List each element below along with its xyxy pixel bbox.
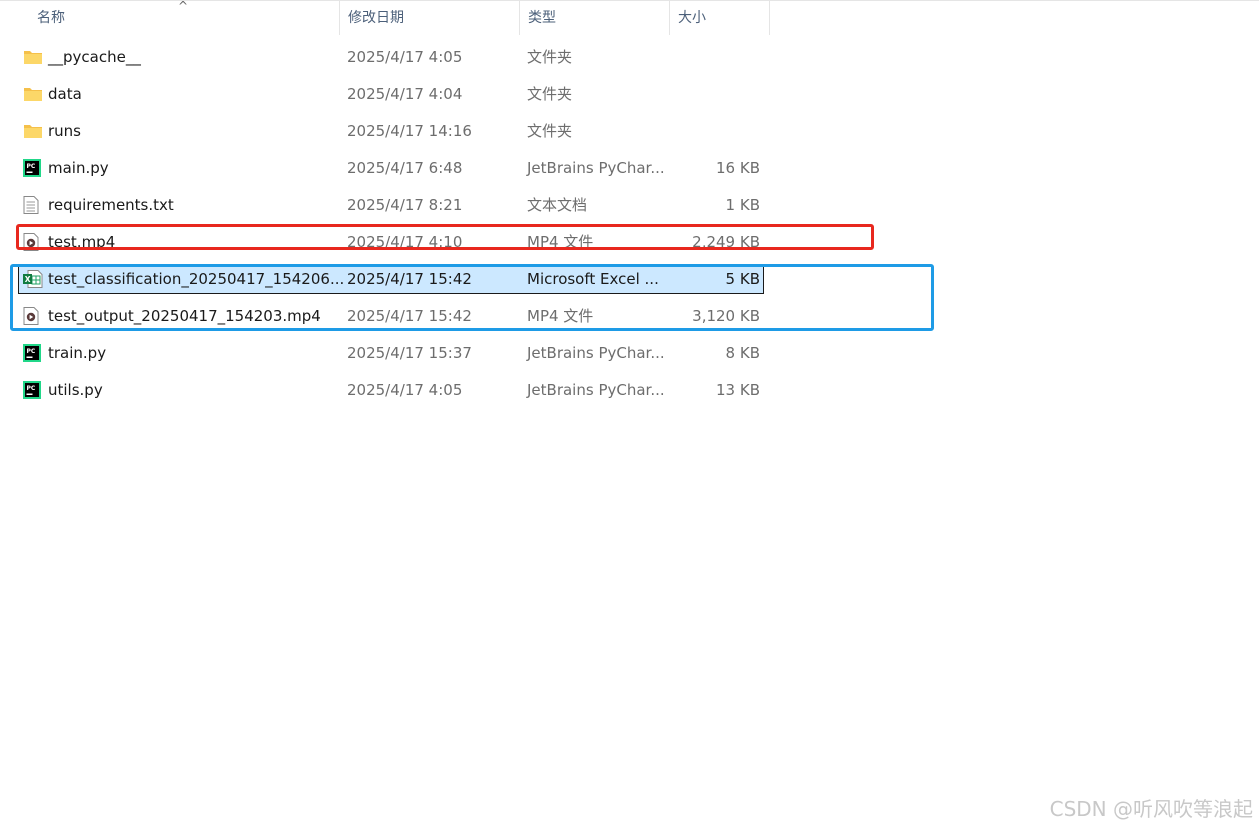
column-header-type-label: 类型 <box>528 10 556 26</box>
file-row[interactable]: requirements.txt 2025/4/17 8:21 文本文档 1 KB <box>0 187 780 224</box>
file-date: 2025/4/17 8:21 <box>347 196 463 214</box>
file-row[interactable]: PC utils.py 2025/4/17 4:05 JetBrains PyChar… <box>0 372 780 409</box>
file-row[interactable]: PC main.py 2025/4/17 6:48 JetBrains PyChar.… <box>0 150 780 187</box>
file-date: 2025/4/17 4:05 <box>347 381 463 399</box>
file-type: JetBrains PyChar... <box>527 381 665 399</box>
file-size: 8 KB <box>725 344 760 362</box>
text-file-icon <box>23 196 43 214</box>
file-row[interactable]: PC train.py 2025/4/17 15:37 JetBrains PyCha… <box>0 335 780 372</box>
column-header-name[interactable]: ^ 名称 <box>0 0 340 35</box>
watermark: CSDN @听风吹等浪起 <box>1049 797 1253 821</box>
file-name: runs <box>48 122 81 140</box>
sort-arrow-icon: ^ <box>178 0 189 13</box>
file-date: 2025/4/17 4:05 <box>347 48 463 66</box>
folder-icon <box>23 48 43 66</box>
file-type: 文件夹 <box>527 48 573 66</box>
file-type: 文本文档 <box>527 196 588 214</box>
file-name: requirements.txt <box>48 196 174 214</box>
file-name: utils.py <box>48 381 103 399</box>
svg-text:PC: PC <box>27 348 36 355</box>
pycharm-file-icon: PC <box>23 381 43 399</box>
file-date: 2025/4/17 15:37 <box>347 344 472 362</box>
file-name: main.py <box>48 159 109 177</box>
file-date: 2025/4/17 4:04 <box>347 85 463 103</box>
file-type: 文件夹 <box>527 122 573 140</box>
file-type: JetBrains PyChar... <box>527 159 665 177</box>
file-row[interactable]: __pycache__ 2025/4/17 4:05 文件夹 <box>0 39 780 76</box>
column-header-size-label: 大小 <box>678 10 706 26</box>
file-name: train.py <box>48 344 107 362</box>
file-type: 文件夹 <box>527 85 573 103</box>
column-header-date[interactable]: 修改日期 <box>340 1 520 35</box>
svg-text:PC: PC <box>27 385 36 392</box>
column-header-date-label: 修改日期 <box>348 10 404 26</box>
svg-text:PC: PC <box>27 163 36 170</box>
pycharm-file-icon: PC <box>23 344 43 362</box>
red-highlight-box <box>16 224 874 250</box>
pycharm-file-icon: PC <box>23 159 43 177</box>
file-name: __pycache__ <box>48 48 141 66</box>
file-type: JetBrains PyChar... <box>527 344 665 362</box>
folder-icon <box>23 122 43 140</box>
file-size: 16 KB <box>716 159 760 177</box>
column-header-type[interactable]: 类型 <box>520 1 670 35</box>
file-size: 1 KB <box>725 196 760 214</box>
blue-highlight-box <box>10 264 934 331</box>
column-header-bar: ^ 名称 修改日期 类型 大小 <box>0 0 1259 35</box>
file-size: 13 KB <box>716 381 760 399</box>
file-date: 2025/4/17 6:48 <box>347 159 463 177</box>
folder-icon <box>23 85 43 103</box>
file-date: 2025/4/17 14:16 <box>347 122 472 140</box>
file-row[interactable]: data 2025/4/17 4:04 文件夹 <box>0 76 780 113</box>
column-header-name-label: 名称 <box>37 10 65 26</box>
file-row[interactable]: runs 2025/4/17 14:16 文件夹 <box>0 113 780 150</box>
file-name: data <box>48 85 82 103</box>
column-header-size[interactable]: 大小 <box>670 1 770 35</box>
